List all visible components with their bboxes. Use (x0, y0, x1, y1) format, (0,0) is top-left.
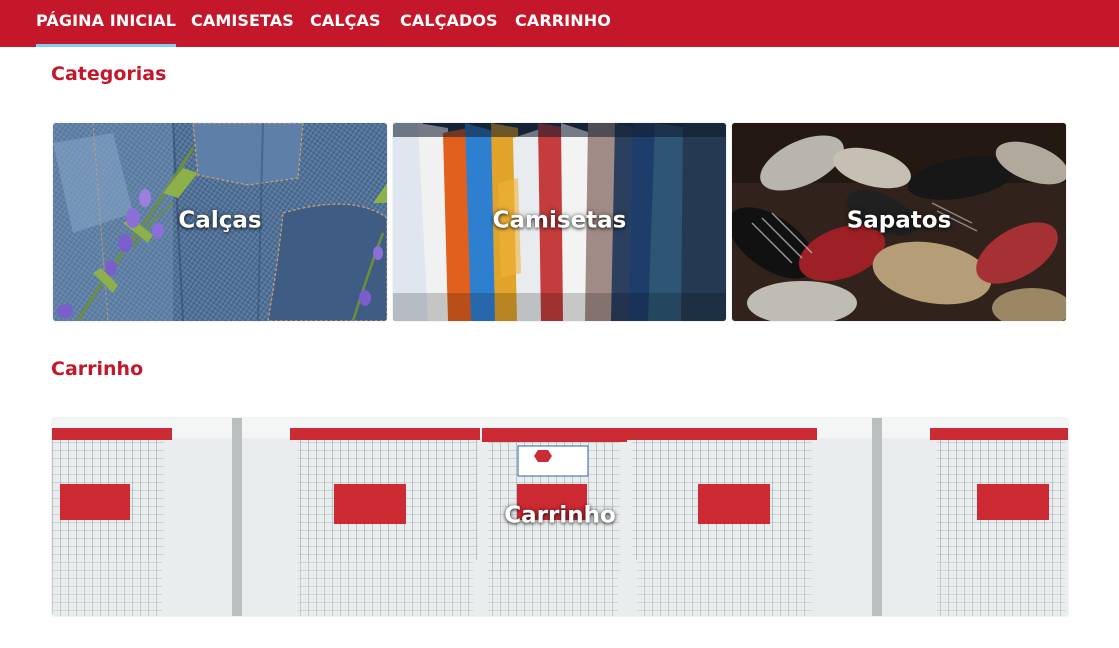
categories-title: Categorias (51, 63, 167, 85)
category-card-calcas[interactable]: Calças (53, 123, 387, 321)
nav-item-calcas[interactable]: CALÇAS (310, 0, 381, 47)
hanging-shirts-image (393, 123, 726, 321)
sneakers-image (732, 123, 1066, 321)
denim-jeans-image (53, 123, 387, 321)
category-card-camisetas[interactable]: Camisetas (393, 123, 726, 321)
nav-item-carrinho[interactable]: CARRINHO (515, 0, 611, 47)
category-card-sapatos[interactable]: Sapatos (732, 123, 1066, 321)
top-navbar: PÁGINA INICIAL CAMISETAS CALÇAS CALÇADOS… (0, 0, 1119, 47)
nav-item-camisetas[interactable]: CAMISETAS (191, 0, 294, 47)
cart-banner[interactable]: Carrinho (52, 418, 1068, 616)
cart-section-title: Carrinho (51, 358, 144, 380)
nav-item-calcados[interactable]: CALÇADOS (400, 0, 498, 47)
nav-item-home[interactable]: PÁGINA INICIAL (36, 0, 177, 47)
shopping-carts-image (52, 418, 1068, 616)
